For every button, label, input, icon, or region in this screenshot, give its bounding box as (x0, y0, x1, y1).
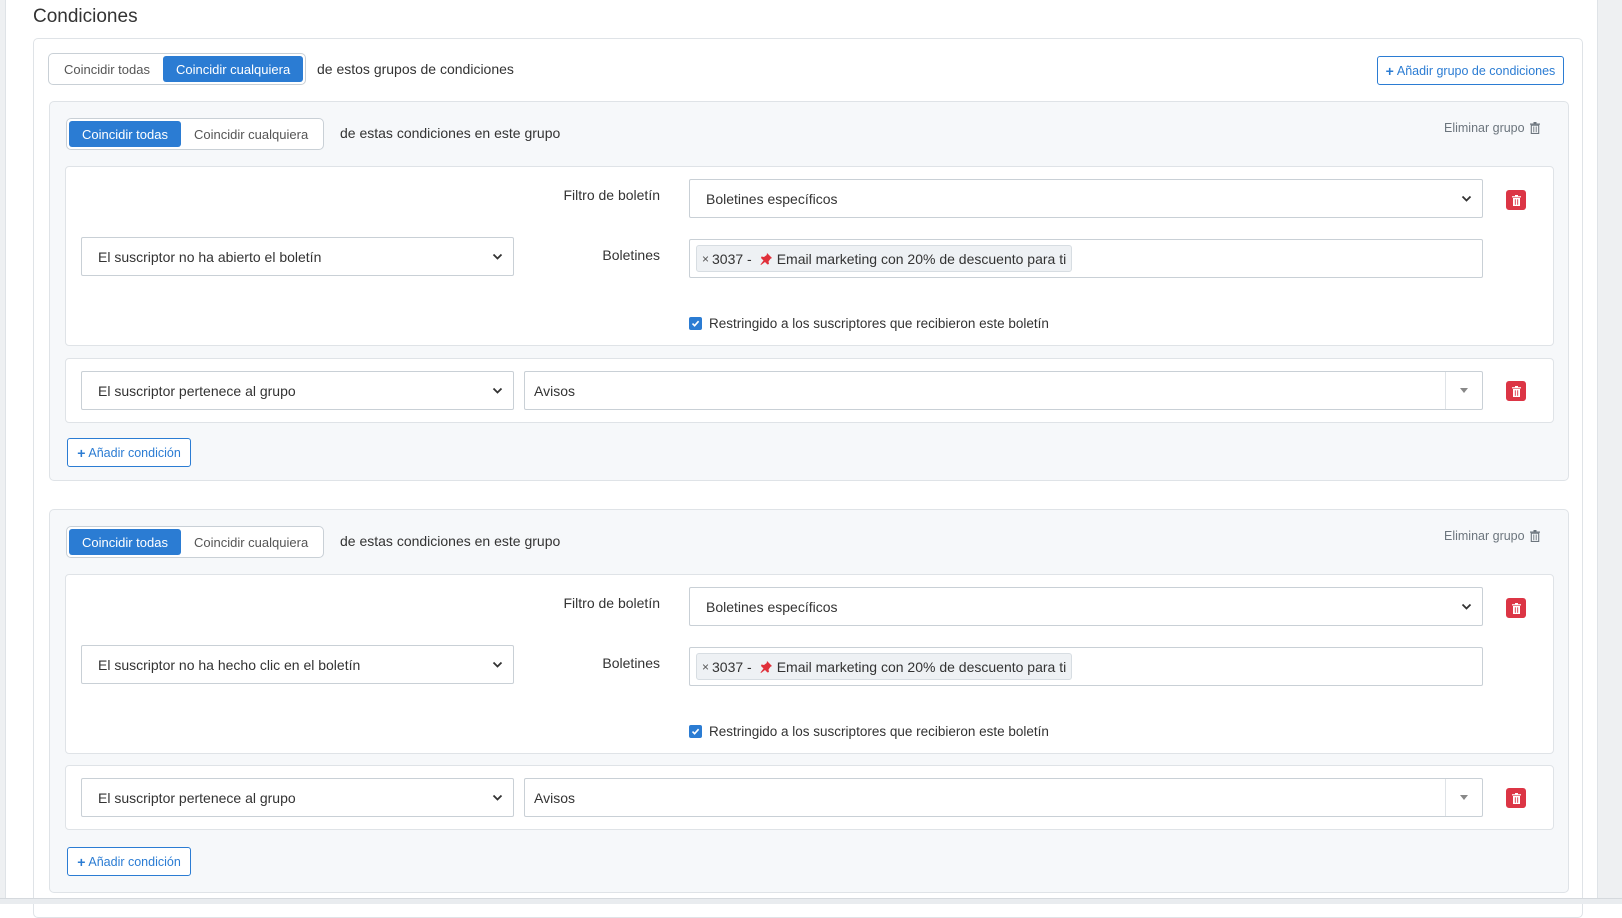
trash-icon (1529, 530, 1540, 542)
group-2-restrict-checkbox[interactable]: Restringido a los suscriptores que recib… (689, 724, 1049, 739)
pushpin-icon (759, 252, 773, 266)
top-match-any-option[interactable]: Coincidir cualquiera (163, 56, 304, 82)
group-2-condition-1-type-select[interactable]: El suscriptor no ha hecho clic en el bol… (81, 645, 514, 684)
group-2-remove-button[interactable]: Eliminar grupo (1444, 529, 1540, 543)
group-2-match-toggle: Coincidir todas Coincidir cualquiera (66, 526, 325, 558)
group-1-description: de estas condiciones en este grupo (340, 125, 561, 141)
trash-icon (1511, 385, 1521, 397)
right-scroll-area (1597, 0, 1622, 904)
plus-icon: + (77, 444, 86, 461)
pushpin-icon (759, 660, 773, 674)
trash-icon (1511, 194, 1521, 206)
group-1-condition-1-delete-button[interactable] (1506, 190, 1526, 210)
group-1-condition-2-type-select[interactable]: El suscriptor pertenece al grupo (81, 371, 514, 410)
group-1-match-any-option[interactable]: Coincidir cualquiera (181, 121, 321, 147)
section-title: Condiciones (33, 6, 138, 27)
group-1-filter-label: Filtro de boletín (563, 187, 661, 203)
dropdown-arrow-icon[interactable] (1445, 372, 1482, 409)
top-match-toggle: Coincidir todas Coincidir cualquiera (48, 53, 307, 85)
chevron-down-icon (492, 387, 503, 394)
group-2-match-all-option[interactable]: Coincidir todas (69, 529, 181, 555)
group-1-remove-button[interactable]: Eliminar grupo (1444, 121, 1540, 135)
tag-remove-icon[interactable]: × (702, 252, 709, 266)
group-2-filter-select[interactable]: Boletines específicos (689, 587, 1483, 626)
trash-icon (1511, 602, 1521, 614)
group-1-group-combobox[interactable]: Avisos (524, 371, 1483, 410)
group-1-newsletters-label: Boletines (602, 247, 660, 263)
checkbox-checked-icon (689, 725, 702, 738)
trash-icon (1511, 792, 1521, 804)
tag-remove-icon[interactable]: × (702, 660, 709, 674)
trash-icon (1529, 122, 1540, 134)
top-match-description: de estos grupos de condiciones (317, 61, 514, 77)
group-2-newsletters-label: Boletines (602, 655, 660, 671)
group-1-condition-2-delete-button[interactable] (1506, 381, 1526, 401)
group-1-newsletters-input[interactable]: × 3037 - Email marketing con 20% de desc… (689, 239, 1483, 278)
group-2-group-combobox[interactable]: Avisos (524, 778, 1483, 817)
group-1-restrict-checkbox[interactable]: Restringido a los suscriptores que recib… (689, 316, 1049, 331)
checkbox-checked-icon (689, 317, 702, 330)
chevron-down-icon (492, 253, 503, 260)
group-1-condition-1-type-select[interactable]: El suscriptor no ha abierto el boletín (81, 237, 514, 276)
chevron-down-icon (492, 661, 503, 668)
group-1-filter-select[interactable]: Boletines específicos (689, 179, 1483, 218)
bottom-edge (0, 898, 1622, 904)
plus-icon: + (77, 853, 86, 870)
left-border (0, 0, 6, 904)
group-2-filter-label: Filtro de boletín (563, 595, 661, 611)
group-2-condition-2-type-select[interactable]: El suscriptor pertenece al grupo (81, 778, 514, 817)
group-2-newsletters-input[interactable]: × 3037 - Email marketing con 20% de desc… (689, 647, 1483, 686)
group-2-add-condition-button[interactable]: + Añadir condición (67, 847, 191, 876)
group-1-add-condition-button[interactable]: + Añadir condición (67, 438, 191, 467)
group-1-match-all-option[interactable]: Coincidir todas (69, 121, 181, 147)
chevron-down-icon (492, 794, 503, 801)
group-1-match-toggle: Coincidir todas Coincidir cualquiera (66, 118, 325, 150)
group-2-description: de estas condiciones en este grupo (340, 533, 561, 549)
dropdown-arrow-icon[interactable] (1445, 779, 1482, 816)
group-2-match-any-option[interactable]: Coincidir cualquiera (181, 529, 321, 555)
newsletter-tag: × 3037 - Email marketing con 20% de desc… (696, 245, 1073, 272)
add-condition-group-button[interactable]: + Añadir grupo de condiciones (1377, 56, 1564, 85)
top-match-all-option[interactable]: Coincidir todas (51, 56, 163, 82)
group-2-condition-1-delete-button[interactable] (1506, 598, 1526, 618)
chevron-down-icon (1461, 603, 1472, 610)
newsletter-tag: × 3037 - Email marketing con 20% de desc… (696, 653, 1073, 680)
chevron-down-icon (1461, 195, 1472, 202)
plus-icon: + (1385, 62, 1394, 79)
group-2-condition-2-delete-button[interactable] (1506, 788, 1526, 808)
